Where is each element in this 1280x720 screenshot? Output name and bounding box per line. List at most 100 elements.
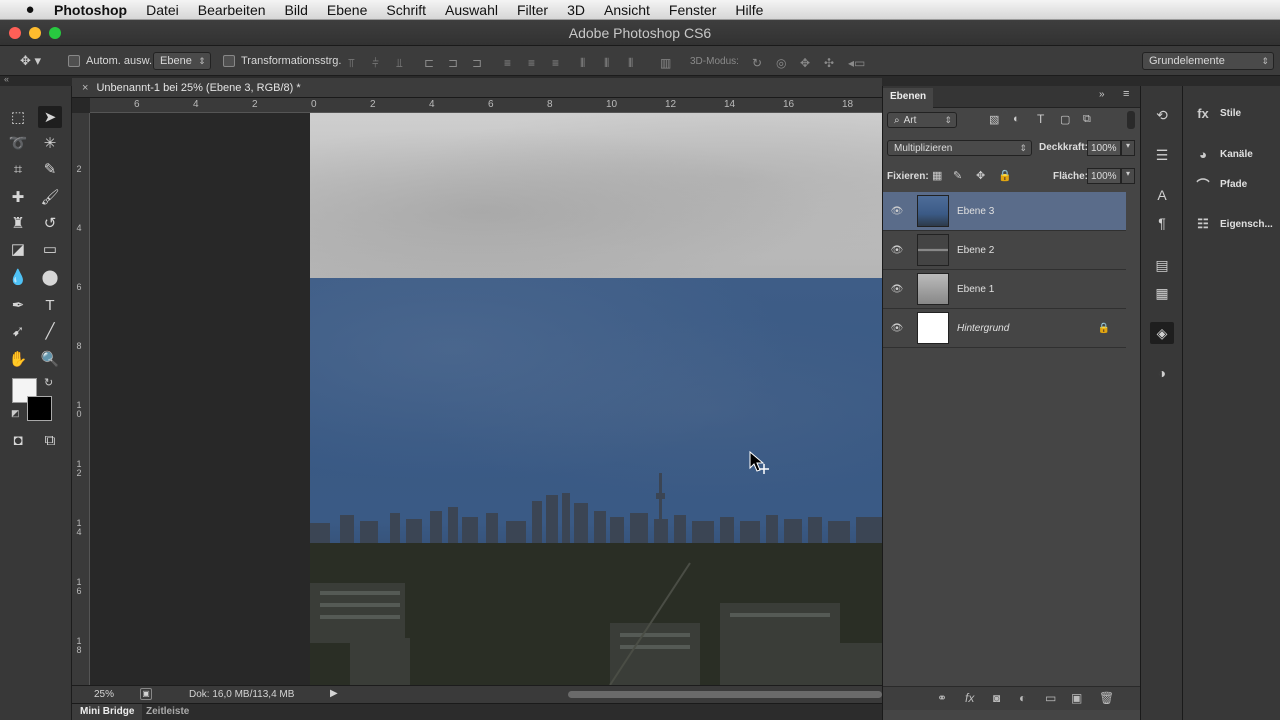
eyedropper-tool-icon[interactable]: ✎ <box>38 158 62 180</box>
menu-ebene[interactable]: Ebene <box>327 2 367 18</box>
character-panel-icon[interactable]: A <box>1150 184 1174 206</box>
new-group-icon[interactable]: ▭ <box>1045 691 1056 705</box>
swap-colors-icon[interactable]: ↻ <box>44 376 53 389</box>
panel-expand-icon[interactable]: » <box>1099 89 1105 100</box>
menu-ansicht[interactable]: Ansicht <box>604 2 650 18</box>
align-hcenter-icon[interactable]: ⊐ <box>448 56 458 70</box>
paths-panel-item[interactable]: ⌒ Pfade <box>1193 175 1247 194</box>
3d-roll-icon[interactable]: ◎ <box>776 56 786 70</box>
eye-icon[interactable]: 👁 <box>883 245 911 256</box>
lock-transparency-icon[interactable]: ▦ <box>932 169 942 182</box>
blur-tool-icon[interactable]: 💧 <box>6 266 30 288</box>
distribute-hcenter-icon[interactable]: ⦀ <box>604 56 609 71</box>
close-window-button[interactable] <box>9 27 21 39</box>
magic-wand-tool-icon[interactable]: ✳ <box>38 132 62 154</box>
opacity-arrow-icon[interactable]: ▾ <box>1121 140 1135 156</box>
layers-panel-icon[interactable]: ◈ <box>1150 322 1174 344</box>
align-left-icon[interactable]: ⊏ <box>424 56 434 70</box>
3d-scale-icon[interactable]: ◂▭ <box>848 56 865 70</box>
lasso-tool-icon[interactable]: ➰ <box>6 132 30 154</box>
filter-smart-object-icon[interactable]: ⧉ <box>1083 113 1091 126</box>
menu-datei[interactable]: Datei <box>146 2 179 18</box>
menu-bild[interactable]: Bild <box>285 2 308 18</box>
filter-shape-icon[interactable]: ▢ <box>1060 113 1070 126</box>
paragraph-panel-icon[interactable]: ¶ <box>1150 212 1174 234</box>
styles-panel-item[interactable]: fx Stile <box>1193 106 1241 121</box>
3d-slide-icon[interactable]: ✣ <box>824 56 834 70</box>
filter-type-icon[interactable]: T <box>1037 112 1044 126</box>
screen-mode-icon[interactable]: ⧉ <box>38 429 62 451</box>
layer-filter-dropdown[interactable]: ⌕ Art <box>887 112 957 128</box>
auto-select-option[interactable]: Autom. ausw.: <box>68 52 155 70</box>
tab-zeitleiste[interactable]: Zeitleiste <box>146 706 189 717</box>
layer-row[interactable]: 👁 Ebene 1 <box>883 270 1126 309</box>
layer-row[interactable]: 👁 Ebene 3 <box>883 192 1126 231</box>
menu-bearbeiten[interactable]: Bearbeiten <box>198 2 266 18</box>
delete-layer-icon[interactable]: 🗑 <box>1099 691 1114 705</box>
history-brush-tool-icon[interactable]: ↺ <box>38 212 62 234</box>
notes-panel-icon[interactable]: ▤ <box>1150 254 1174 276</box>
align-bottom-icon[interactable]: ⫫ <box>396 56 403 71</box>
tab-mini-bridge[interactable]: Mini Bridge <box>72 704 143 720</box>
distribute-vcenter-icon[interactable]: ≡ <box>528 56 535 70</box>
default-colors-icon[interactable]: ◩ <box>11 408 20 419</box>
tab-ebenen[interactable]: Ebenen <box>883 88 934 108</box>
menu-filter[interactable]: Filter <box>517 2 548 18</box>
lock-all-icon[interactable]: 🔒 <box>998 169 1012 182</box>
gradient-tool-icon[interactable]: ▭ <box>38 238 62 260</box>
dodge-tool-icon[interactable]: ⬤ <box>38 266 62 288</box>
healing-brush-tool-icon[interactable]: ✚ <box>6 186 30 208</box>
blend-mode-dropdown[interactable]: Multiplizieren <box>887 140 1032 156</box>
link-layers-icon[interactable]: ⚭ <box>937 691 947 705</box>
align-top-icon[interactable]: ⫪ <box>348 56 355 71</box>
add-mask-icon[interactable]: ◙ <box>993 691 1000 705</box>
align-right-icon[interactable]: ⊐ <box>472 56 482 70</box>
filter-adjustment-icon[interactable]: ◐ <box>1013 113 1020 125</box>
collapse-left-icon[interactable]: « <box>4 74 9 84</box>
menu-hilfe[interactable]: Hilfe <box>735 2 763 18</box>
layer-row[interactable]: 👁 Hintergrund 🔒 <box>883 309 1126 348</box>
eye-icon[interactable]: 👁 <box>883 284 911 295</box>
quick-mask-icon[interactable]: ◘ <box>6 429 30 451</box>
distribute-left-icon[interactable]: ⦀ <box>580 56 585 71</box>
close-document-icon[interactable]: × <box>82 82 88 94</box>
layer-style-icon[interactable]: fx <box>965 691 974 705</box>
auto-align-icon[interactable]: ▥ <box>660 56 671 70</box>
document-tab[interactable]: × Unbenannt-1 bei 25% (Ebene 3, RGB/8) * <box>72 78 882 98</box>
status-menu-arrow-icon[interactable]: ▶ <box>330 688 338 699</box>
auto-select-dropdown[interactable]: Ebene <box>153 52 211 70</box>
marquee-tool-icon[interactable]: ⬚ <box>6 106 30 128</box>
info-panel-icon[interactable]: ▦ <box>1150 282 1174 304</box>
line-tool-icon[interactable]: ╱ <box>38 320 62 342</box>
apple-menu-icon[interactable]: ● <box>20 1 40 18</box>
pen-tool-icon[interactable]: ✒ <box>6 294 30 316</box>
3d-rotate-icon[interactable]: ↻ <box>752 56 762 70</box>
fill-field[interactable]: 100% <box>1087 168 1121 184</box>
channels-panel-item[interactable]: ◕ Kanäle <box>1193 147 1253 162</box>
zoom-tool-icon[interactable]: 🔍 <box>38 348 62 370</box>
filter-pixel-icon[interactable]: ▧ <box>989 113 999 126</box>
move-tool-preset-icon[interactable]: ✥ ▾ <box>20 52 41 70</box>
clone-stamp-tool-icon[interactable]: ♜ <box>6 212 30 234</box>
opacity-field[interactable]: 100% <box>1087 140 1121 156</box>
distribute-bottom-icon[interactable]: ≡ <box>552 56 559 70</box>
menu-3d[interactable]: 3D <box>567 2 585 18</box>
proof-icon[interactable]: ▣ <box>140 688 152 700</box>
distribute-top-icon[interactable]: ≡ <box>504 56 511 70</box>
menu-fenster[interactable]: Fenster <box>669 2 716 18</box>
minimize-window-button[interactable] <box>29 27 41 39</box>
document-canvas[interactable] <box>310 113 882 685</box>
eye-icon[interactable]: 👁 <box>883 323 911 334</box>
menu-auswahl[interactable]: Auswahl <box>445 2 498 18</box>
move-tool-icon[interactable]: ➤ <box>38 106 62 128</box>
lock-position-icon[interactable]: ✥ <box>976 169 985 182</box>
zoom-level[interactable]: 25% <box>94 689 114 700</box>
workspace-dropdown[interactable]: Grundelemente <box>1142 52 1274 70</box>
new-layer-icon[interactable]: ▣ <box>1071 691 1082 705</box>
layer-row[interactable]: 👁 Ebene 2 <box>883 231 1126 270</box>
crop-tool-icon[interactable]: ⌗ <box>6 158 30 180</box>
menu-schrift[interactable]: Schrift <box>386 2 426 18</box>
transform-controls-option[interactable]: Transformationsstrg. <box>223 52 341 70</box>
canvas-area[interactable] <box>90 113 882 685</box>
eraser-tool-icon[interactable]: ◪ <box>6 238 30 260</box>
